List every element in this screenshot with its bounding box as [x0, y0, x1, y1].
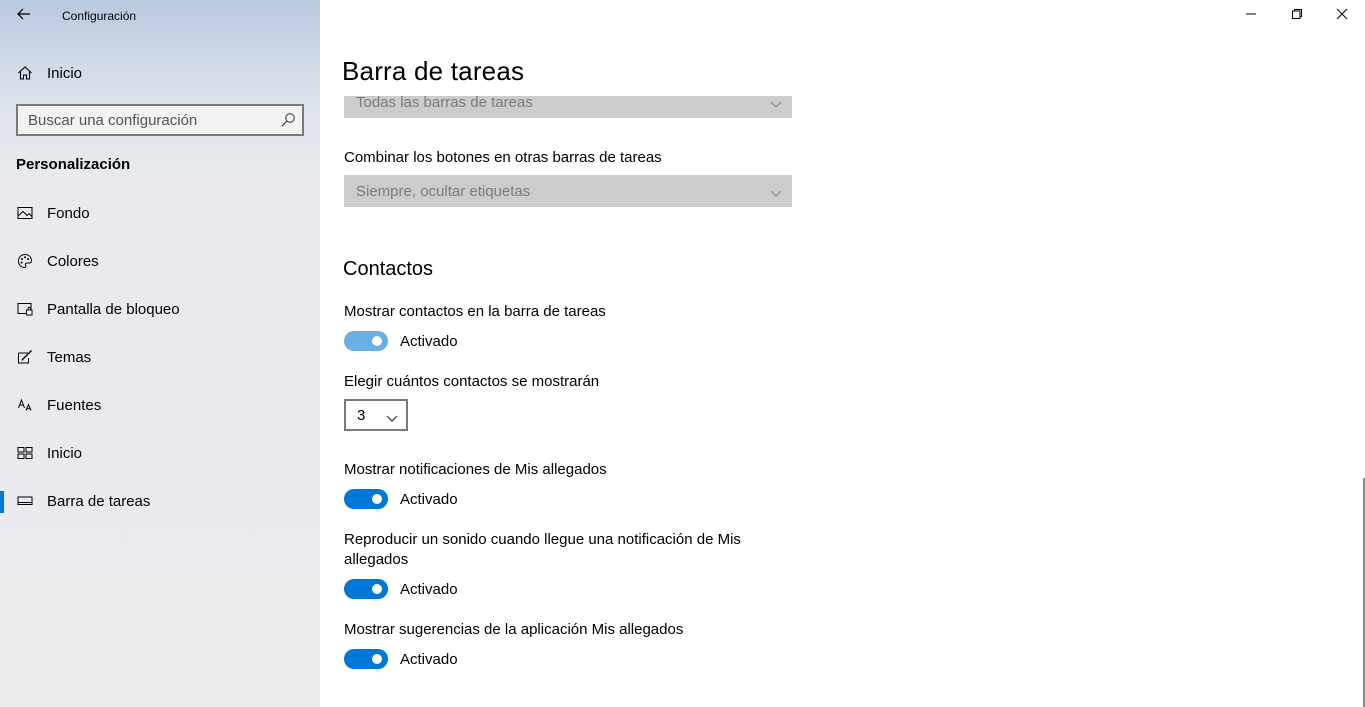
selection-indicator	[0, 491, 4, 513]
sidebar-item-inicio[interactable]: Inicio	[0, 433, 320, 473]
search-box[interactable]	[16, 104, 304, 136]
sidebar-item-label: Barra de tareas	[47, 492, 151, 510]
dropdown-value: Siempre, ocultar etiquetas	[356, 182, 531, 200]
sidebar-item-label: Pantalla de bloqueo	[47, 300, 180, 318]
palette-icon	[16, 252, 34, 270]
back-arrow-icon	[16, 6, 32, 27]
close-icon	[1336, 7, 1348, 25]
toggle-state-label: Activado	[400, 333, 458, 350]
home-icon	[16, 64, 34, 82]
minimize-icon	[1245, 7, 1257, 25]
sidebar-item-fuentes[interactable]: Fuentes	[0, 385, 320, 425]
combine-label: Combinar los botones en otras barras de …	[344, 149, 662, 166]
show-contacts-toggle[interactable]	[344, 331, 388, 351]
restore-icon	[1291, 7, 1303, 25]
search-input[interactable]	[18, 106, 268, 134]
close-button[interactable]	[1319, 0, 1365, 32]
chevron-down-icon	[770, 185, 782, 202]
dropdown-value: Todas las barras de tareas	[356, 93, 533, 111]
start-icon	[16, 444, 34, 462]
toggle-knob	[372, 336, 382, 346]
taskbar-icon	[16, 492, 34, 510]
sidebar-item-label: Inicio	[47, 64, 83, 82]
image-icon	[16, 204, 34, 222]
sidebar-item-pantalla-de-bloqueo[interactable]: Pantalla de bloqueo	[0, 289, 320, 329]
suggestions-label: Mostrar sugerencias de la aplicación Mis…	[344, 621, 684, 638]
toggle-state-label: Activado	[400, 651, 458, 668]
chevron-down-icon	[386, 410, 398, 427]
sidebar-item-label: Inicio	[47, 444, 83, 462]
sidebar-item-fondo[interactable]: Fondo	[0, 193, 320, 233]
sidebar-item-label: Colores	[47, 252, 99, 270]
chevron-down-icon	[770, 96, 782, 113]
back-button[interactable]	[8, 2, 40, 30]
toggle-state-label: Activado	[400, 491, 458, 508]
sound-label-line2: allegados	[344, 551, 409, 568]
sidebar-item-label: Fuentes	[47, 396, 102, 414]
restore-button[interactable]	[1274, 0, 1320, 32]
sidebar-item-label: Temas	[47, 348, 92, 366]
themes-icon	[16, 348, 34, 366]
toggle-state-label: Activado	[400, 581, 458, 598]
toggle-knob	[372, 584, 382, 594]
lock-screen-icon	[16, 300, 34, 318]
section-heading: Personalización	[16, 156, 131, 173]
notifications-toggle[interactable]	[344, 489, 388, 509]
toggle-knob	[372, 494, 382, 504]
sound-label-line1: Reproducir un sonido cuando llegue una n…	[344, 531, 741, 548]
minimize-button[interactable]	[1228, 0, 1274, 32]
select-value: 3	[357, 407, 366, 424]
sound-toggle[interactable]	[344, 579, 388, 599]
sidebar-item-label: Fondo	[47, 204, 90, 222]
contact-count-select[interactable]: 3	[344, 399, 408, 431]
choose-count-label: Elegir cuántos contactos se mostrarán	[344, 373, 600, 390]
show-contacts-label: Mostrar contactos en la barra de tareas	[344, 303, 606, 320]
notifications-label: Mostrar notificaciones de Mis allegados	[344, 461, 607, 478]
fonts-icon	[16, 396, 34, 414]
sidebar-item-colores[interactable]: Colores	[0, 241, 320, 281]
sidebar: Configuración Inicio Personalización Fon…	[0, 0, 320, 707]
sidebar-item-barra-de-tareas[interactable]: Barra de tareas	[0, 481, 320, 521]
toggle-knob	[372, 654, 382, 664]
contacts-heading: Contactos	[343, 258, 434, 280]
sidebar-item-temas[interactable]: Temas	[0, 337, 320, 377]
app-title: Configuración	[62, 9, 137, 23]
search-icon[interactable]	[280, 112, 296, 128]
sidebar-item-home[interactable]: Inicio	[0, 53, 320, 93]
suggestions-toggle[interactable]	[344, 649, 388, 669]
combine-dropdown[interactable]: Siempre, ocultar etiquetas	[344, 175, 792, 207]
page-title-overlay: Barra de tareas	[342, 56, 525, 86]
